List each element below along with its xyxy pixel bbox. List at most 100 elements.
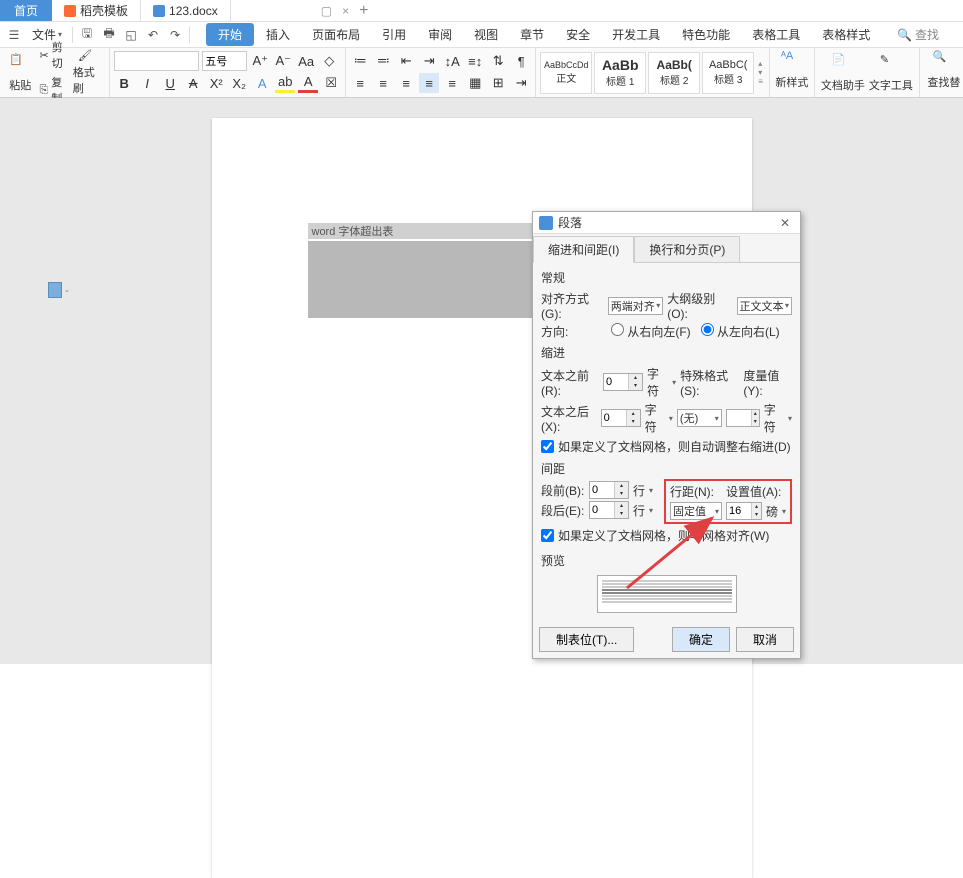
highlight-button[interactable]: ab xyxy=(275,73,295,93)
before-text-spinner[interactable]: ▴▾ xyxy=(603,373,643,391)
tab-document[interactable]: 123.docx xyxy=(141,0,231,21)
print-icon[interactable]: 🖶 xyxy=(99,25,119,45)
spinner-up-icon[interactable]: ▴ xyxy=(615,502,628,510)
superscript-button[interactable]: X² xyxy=(206,73,226,93)
text-tools-button[interactable]: ✎ 文字工具 xyxy=(867,50,915,95)
spinner-down-icon[interactable]: ▾ xyxy=(752,511,761,519)
align-left-button[interactable]: ≡ xyxy=(350,73,370,93)
align-center-button[interactable]: ≡ xyxy=(373,73,393,93)
style-scroll-up[interactable]: ▴ xyxy=(758,59,763,68)
borders-button[interactable]: ⊞ xyxy=(488,73,508,93)
after-text-input[interactable] xyxy=(602,410,626,426)
doc-helper-button[interactable]: 📄 文档助手 xyxy=(819,50,867,95)
ribbon-tab-table-tools[interactable]: 表格工具 xyxy=(742,23,810,46)
spinner-up-icon[interactable]: ▴ xyxy=(615,482,628,490)
special-format-combo[interactable]: (无) ▾ xyxy=(677,409,722,427)
before-para-input[interactable] xyxy=(590,482,614,498)
ribbon-tab-table-style[interactable]: 表格样式 xyxy=(812,23,880,46)
alignment-combo[interactable]: 两端对齐 ▾ xyxy=(608,297,663,315)
tab-button[interactable]: ⇥ xyxy=(511,73,531,93)
cut-button[interactable]: ✂ 剪切 xyxy=(36,38,72,72)
setting-input[interactable] xyxy=(727,503,751,519)
setting-spinner[interactable]: ▴▾ xyxy=(726,502,762,520)
paragraph-mark-button[interactable]: ¶ xyxy=(511,51,531,71)
decrease-font-button[interactable]: A⁻ xyxy=(273,51,293,71)
close-icon[interactable]: ✕ xyxy=(776,216,794,230)
distributed-button[interactable]: ≡ xyxy=(442,73,462,93)
ribbon-tab-sections[interactable]: 章节 xyxy=(510,23,554,46)
redo-icon[interactable]: ↷ xyxy=(165,25,185,45)
new-tab-button[interactable]: + xyxy=(349,2,378,20)
bold-button[interactable]: B xyxy=(114,73,134,93)
strikethrough-button[interactable]: A xyxy=(183,73,203,93)
ribbon-tab-dev-tools[interactable]: 开发工具 xyxy=(602,23,670,46)
tab-stops-button[interactable]: 制表位(T)... xyxy=(539,627,634,652)
sort-button[interactable]: ⇅ xyxy=(488,51,508,71)
tab-templates[interactable]: 稻壳模板 xyxy=(52,0,141,21)
search-box[interactable]: 🔍 查找 xyxy=(897,26,959,43)
spinner-down-icon[interactable]: ▾ xyxy=(629,382,642,390)
chevron-down-icon[interactable]: ▾ xyxy=(669,414,673,423)
app-menu-icon[interactable]: ☰ xyxy=(4,25,24,45)
direction-ltr-radio[interactable]: 从左向右(L) xyxy=(701,323,780,340)
spinner-down-icon[interactable]: ▾ xyxy=(615,490,628,498)
font-family-select[interactable] xyxy=(114,51,199,71)
subscript-button[interactable]: X₂ xyxy=(229,73,249,93)
undo-icon[interactable]: ↶ xyxy=(143,25,163,45)
direction-rtl-radio[interactable]: 从右向左(F) xyxy=(611,323,691,340)
character-shading-button[interactable]: ☒ xyxy=(321,73,341,93)
spinner-down-icon[interactable]: ▾ xyxy=(615,510,628,518)
spinner-up-icon[interactable]: ▴ xyxy=(629,374,642,382)
line-spacing-combo[interactable]: 固定值 ▾ xyxy=(670,502,722,520)
cancel-button[interactable]: 取消 xyxy=(736,627,794,652)
change-case-button[interactable]: Aa xyxy=(296,51,316,71)
ok-button[interactable]: 确定 xyxy=(672,627,730,652)
chevron-down-icon[interactable]: ▾ xyxy=(782,507,786,516)
ribbon-tab-references[interactable]: 引用 xyxy=(372,23,416,46)
tab-close-icon[interactable]: × xyxy=(342,4,349,18)
new-style-button[interactable]: ᴬA 新样式 xyxy=(774,50,810,90)
ribbon-tab-view[interactable]: 视图 xyxy=(464,23,508,46)
numbering-button[interactable]: ≕ xyxy=(373,51,393,71)
tab-restore-icon[interactable]: ▢ xyxy=(321,4,332,18)
chevron-down-icon[interactable]: ▾ xyxy=(649,486,653,495)
save-icon[interactable]: 🖫 xyxy=(77,25,97,45)
italic-button[interactable]: I xyxy=(137,73,157,93)
auto-adjust-checkbox[interactable] xyxy=(541,440,554,453)
align-grid-checkbox[interactable] xyxy=(541,529,554,542)
after-para-input[interactable] xyxy=(590,502,614,518)
spinner-up-icon[interactable]: ▴ xyxy=(752,410,759,418)
text-direction-button[interactable]: ↕A xyxy=(442,51,462,71)
align-right-button[interactable]: ≡ xyxy=(396,73,416,93)
chevron-down-icon[interactable]: ▾ xyxy=(788,414,792,423)
shading-button[interactable]: ▦ xyxy=(465,73,485,93)
tab-indent-spacing[interactable]: 缩进和间距(I) xyxy=(533,236,634,263)
measure-spinner[interactable]: ▴▾ xyxy=(726,409,760,427)
line-spacing-button[interactable]: ≡↕ xyxy=(465,51,485,71)
ribbon-tab-start[interactable]: 开始 xyxy=(206,23,254,46)
bullets-button[interactable]: ≔ xyxy=(350,51,370,71)
dialog-titlebar[interactable]: 段落 ✕ xyxy=(533,212,800,234)
format-painter-button[interactable]: 🖌 格式刷 xyxy=(73,50,105,95)
increase-font-button[interactable]: A⁺ xyxy=(250,51,270,71)
chevron-down-icon[interactable]: ▾ xyxy=(649,506,653,515)
decrease-indent-button[interactable]: ⇤ xyxy=(396,51,416,71)
paste-button[interactable]: 📋 粘贴 xyxy=(4,50,36,95)
after-para-spinner[interactable]: ▴▾ xyxy=(589,501,629,519)
ribbon-tab-security[interactable]: 安全 xyxy=(556,23,600,46)
before-text-input[interactable] xyxy=(604,374,628,390)
ribbon-tab-page-layout[interactable]: 页面布局 xyxy=(302,23,370,46)
ribbon-tab-review[interactable]: 审阅 xyxy=(418,23,462,46)
style-heading2[interactable]: AaBb( 标题 2 xyxy=(648,52,700,94)
increase-indent-button[interactable]: ⇥ xyxy=(419,51,439,71)
justify-button[interactable]: ≡ xyxy=(419,73,439,93)
spinner-up-icon[interactable]: ▴ xyxy=(627,410,640,418)
after-text-spinner[interactable]: ▴▾ xyxy=(601,409,641,427)
style-heading3[interactable]: AaBbC( 标题 3 xyxy=(702,52,754,94)
measure-input[interactable] xyxy=(727,410,751,426)
tab-home[interactable]: 首页 xyxy=(0,0,52,21)
style-expand[interactable]: ≡ xyxy=(758,77,763,86)
underline-button[interactable]: U xyxy=(160,73,180,93)
style-normal[interactable]: AaBbCcDd 正文 xyxy=(540,52,592,94)
outline-combo[interactable]: 正文文本 ▾ xyxy=(737,297,792,315)
